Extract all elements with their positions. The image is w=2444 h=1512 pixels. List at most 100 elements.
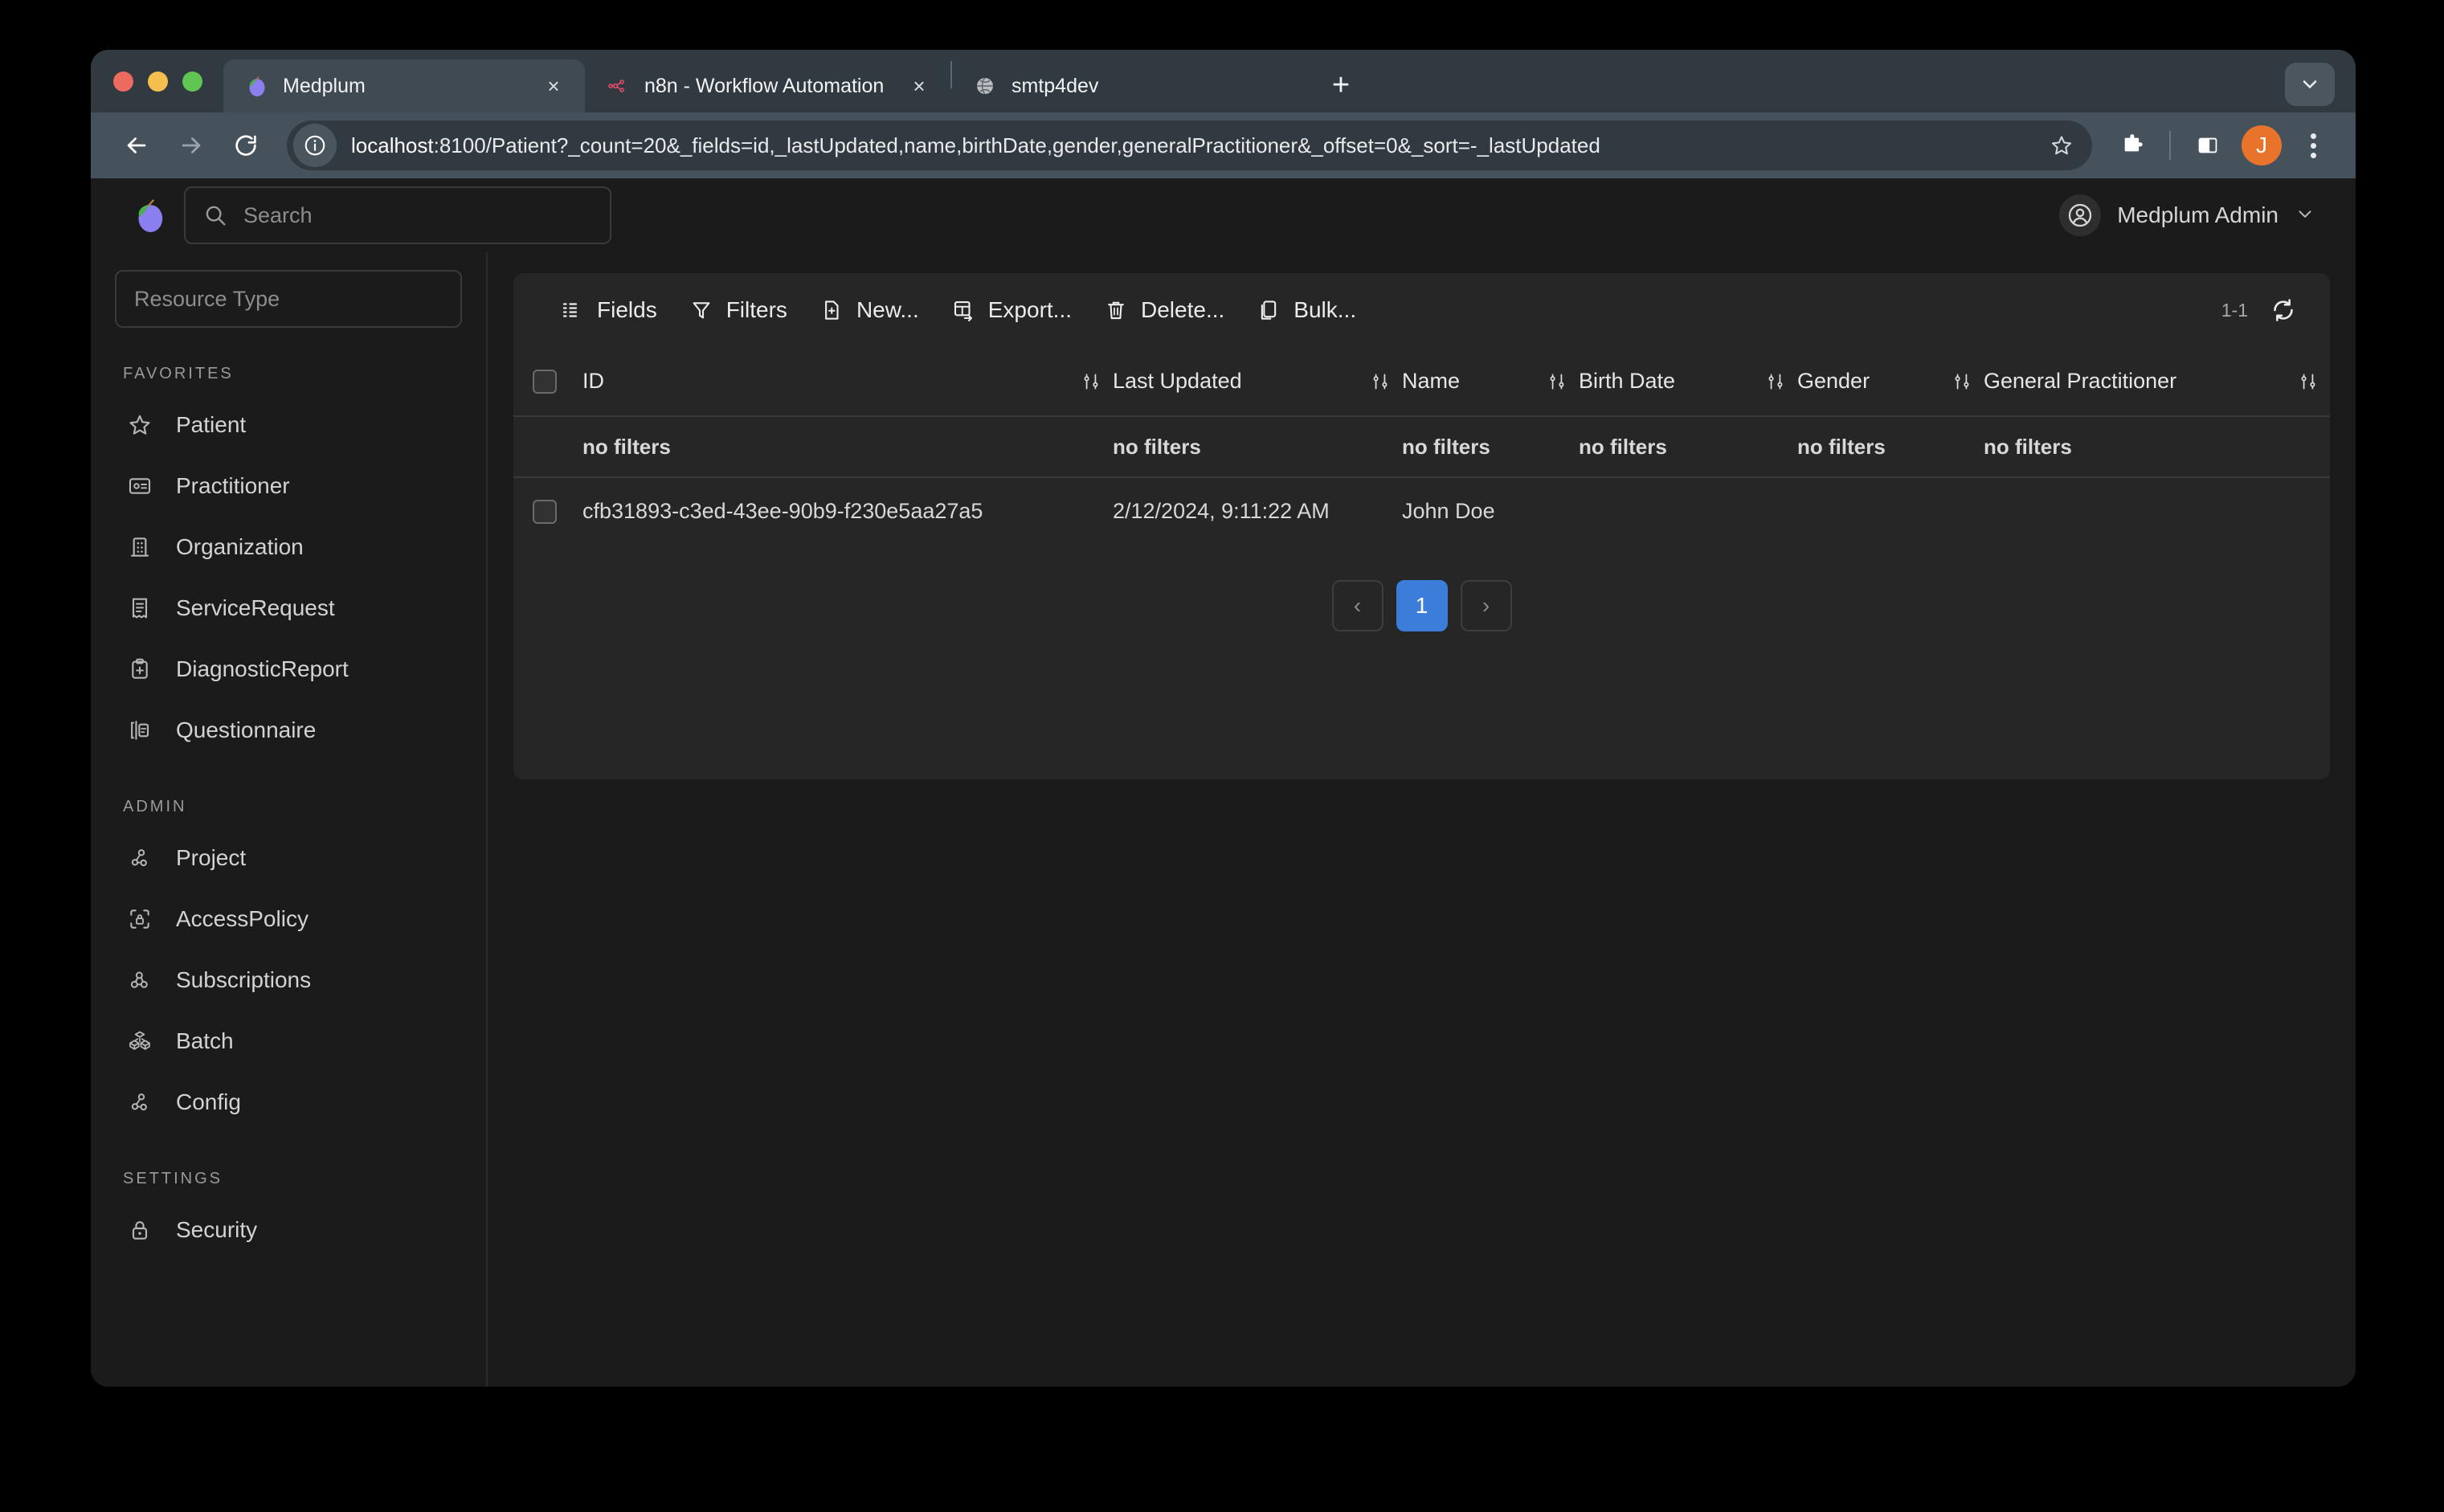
globe-icon: [973, 74, 997, 98]
filter-cell-general-practitioner[interactable]: no filters: [1984, 415, 2330, 478]
close-icon[interactable]: ×: [904, 71, 934, 101]
column-header-id: ID: [582, 347, 1113, 416]
cell-name: John Doe: [1402, 499, 1495, 523]
sidebar-section-settings-label: SETTINGS: [123, 1170, 223, 1187]
sidebar-item-organization[interactable]: Organization: [115, 517, 462, 578]
next-page-button[interactable]: ›: [1460, 580, 1512, 631]
sidebar-item-label: Organization: [176, 534, 304, 559]
column-header-gender: Gender: [1797, 347, 1984, 416]
search-placeholder: Search: [243, 202, 313, 227]
filter-cell-id[interactable]: no filters: [582, 415, 1113, 478]
adjustments-icon[interactable]: [1370, 371, 1391, 392]
main-content: Fields Filters New... Export... Delete..…: [488, 252, 2356, 1387]
adjustments-icon[interactable]: [1765, 371, 1786, 392]
close-window-button[interactable]: [113, 71, 133, 92]
n8n-icon: [606, 74, 630, 98]
browser-window: Medplum × n8n - Workflow Automation × sm…: [91, 50, 2356, 1387]
sidebar-item-accesspolicy[interactable]: AccessPolicy: [115, 889, 462, 950]
site-info-icon[interactable]: [293, 124, 337, 167]
search-results-card: Fields Filters New... Export... Delete..…: [513, 273, 2330, 779]
medplum-plum-logo[interactable]: [115, 178, 184, 252]
filter-cell-birth-date[interactable]: no filters: [1579, 415, 1797, 478]
column-header-name: Name: [1402, 347, 1579, 416]
new-button[interactable]: New...: [803, 288, 935, 333]
sidebar-item-subscriptions[interactable]: Subscriptions: [115, 950, 462, 1011]
column-label: Gender: [1797, 369, 1870, 393]
window-traffic-lights: [113, 50, 223, 112]
address-bar[interactable]: localhost:8100/Patient?_count=20&_fields…: [287, 121, 2092, 170]
close-icon[interactable]: ×: [538, 71, 569, 101]
chevron-down-icon: [2303, 80, 2317, 88]
sidebar-item-batch[interactable]: Batch: [115, 1011, 462, 1072]
filter-cell-last-updated[interactable]: no filters: [1113, 415, 1402, 478]
browser-tab-title: Medplum: [283, 74, 366, 97]
table-filter-row: no filters no filters no filters no filt…: [513, 415, 2330, 478]
funnel-icon: [689, 298, 713, 322]
bookmark-icon[interactable]: [2039, 123, 2084, 168]
browser-tab-medplum[interactable]: Medplum ×: [223, 59, 585, 112]
cell-last-updated: 2/12/2024, 9:11:22 AM: [1113, 499, 1330, 523]
profile-avatar[interactable]: J: [2242, 125, 2282, 166]
reload-button[interactable]: [221, 121, 271, 170]
sidebar-item-project[interactable]: Project: [115, 828, 462, 889]
row-select-cell: [513, 477, 582, 545]
sidebar-item-questionnaire[interactable]: Questionnaire: [115, 700, 462, 761]
adjustments-icon[interactable]: [2298, 371, 2319, 392]
bulk-button[interactable]: Bulk...: [1240, 288, 1372, 333]
sidebar-item-patient[interactable]: Patient: [115, 394, 462, 456]
page-button-1[interactable]: 1: [1396, 580, 1448, 631]
table-row[interactable]: cfb31893-c3ed-43ee-90b9-f230e5aa27a5 2/1…: [513, 477, 2330, 545]
chrome-menu-icon[interactable]: [2291, 124, 2335, 167]
sidebar-item-practitioner[interactable]: Practitioner: [115, 456, 462, 517]
cell-general-practitioner: [1984, 477, 2330, 545]
row-checkbox[interactable]: [533, 499, 557, 524]
search-input[interactable]: Search: [184, 186, 611, 244]
file-plus-icon: [819, 298, 844, 322]
adjustments-icon[interactable]: [1081, 371, 1101, 392]
adjustments-icon[interactable]: [1952, 371, 1972, 392]
medplum-plum-icon: [244, 74, 268, 98]
tab-search-button[interactable]: [2285, 63, 2335, 106]
sidebar-item-diagnosticreport[interactable]: DiagnosticReport: [115, 639, 462, 700]
filters-button[interactable]: Filters: [673, 288, 803, 333]
nodes-icon: [126, 844, 153, 872]
side-panel-icon[interactable]: [2184, 121, 2232, 170]
receipt-icon: [126, 595, 153, 622]
maximize-window-button[interactable]: [182, 71, 202, 92]
sidebar-section-admin-label: ADMIN: [123, 798, 187, 815]
forms-icon: [126, 717, 153, 744]
column-label: ID: [582, 369, 604, 393]
sidebar-item-security[interactable]: Security: [115, 1199, 462, 1261]
browser-tab-n8n[interactable]: n8n - Workflow Automation ×: [585, 59, 950, 112]
filter-cell-name[interactable]: no filters: [1402, 415, 1579, 478]
new-tab-button[interactable]: +: [1318, 63, 1363, 108]
filter-cell-gender[interactable]: no filters: [1797, 415, 1984, 478]
forward-button[interactable]: [166, 121, 216, 170]
sidebar-item-servicerequest[interactable]: ServiceRequest: [115, 578, 462, 639]
results-toolbar: Fields Filters New... Export... Delete..…: [513, 273, 2330, 347]
refresh-icon[interactable]: [2266, 292, 2301, 328]
sidebar-item-label: Practitioner: [176, 473, 290, 498]
export-button[interactable]: Export...: [935, 288, 1088, 333]
extensions-icon[interactable]: [2108, 121, 2156, 170]
resource-type-input[interactable]: Resource Type: [115, 270, 462, 328]
star-icon: [126, 411, 153, 439]
trash-icon: [1104, 298, 1128, 322]
page-viewport: Search Medplum Admin Resource Type FAVOR…: [91, 178, 2356, 1387]
adjustments-icon[interactable]: [1547, 371, 1567, 392]
address-bar-url: localhost:8100/Patient?_count=20&_fields…: [351, 133, 2039, 158]
cell-id[interactable]: cfb31893-c3ed-43ee-90b9-f230e5aa27a5: [582, 477, 1113, 545]
user-menu[interactable]: Medplum Admin: [2048, 188, 2327, 243]
table-export-icon: [951, 298, 975, 322]
fields-button[interactable]: Fields: [544, 288, 673, 333]
previous-page-button[interactable]: ‹: [1331, 580, 1383, 631]
minimize-window-button[interactable]: [148, 71, 168, 92]
delete-button[interactable]: Delete...: [1088, 288, 1240, 333]
browser-tab-smtp4dev[interactable]: smtp4dev: [952, 59, 1306, 112]
sidebar-item-config[interactable]: Config: [115, 1072, 462, 1133]
nodes-icon: [126, 1089, 153, 1116]
scan-lock-icon: [126, 905, 153, 933]
select-all-checkbox[interactable]: [533, 369, 557, 394]
back-button[interactable]: [112, 121, 161, 170]
id-badge-icon: [126, 472, 153, 500]
